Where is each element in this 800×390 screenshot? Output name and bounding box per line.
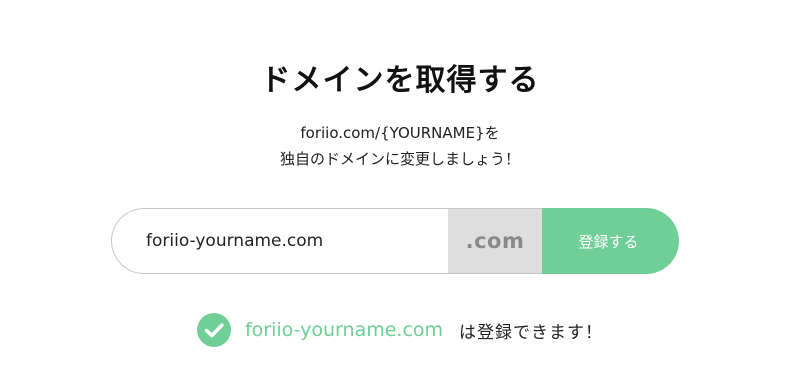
status-domain: foriio-yourname.com <box>244 319 444 341</box>
status-message: は登録できます！ <box>459 322 604 343</box>
domain-form: .com 登録する <box>111 208 679 274</box>
domain-suffix: .com <box>448 208 542 274</box>
availability-status: foriio-yourname.com は登録できます！ <box>0 312 800 348</box>
page-title: ドメインを取得する <box>260 63 540 98</box>
page-subtitle: foriio.com/{YOURNAME}を 独自のドメインに変更しましょう！ <box>0 120 800 172</box>
domain-registration-page: ドメインを取得する foriio.com/{YOURNAME}を 独自のドメイン… <box>0 0 800 390</box>
subtitle-line-2: 独自のドメインに変更しましょう！ <box>279 150 520 168</box>
subtitle-line-1: foriio.com/{YOURNAME}を <box>300 124 500 142</box>
register-button[interactable]: 登録する <box>542 208 679 274</box>
check-circle-icon <box>196 313 231 347</box>
domain-input[interactable] <box>111 208 448 274</box>
